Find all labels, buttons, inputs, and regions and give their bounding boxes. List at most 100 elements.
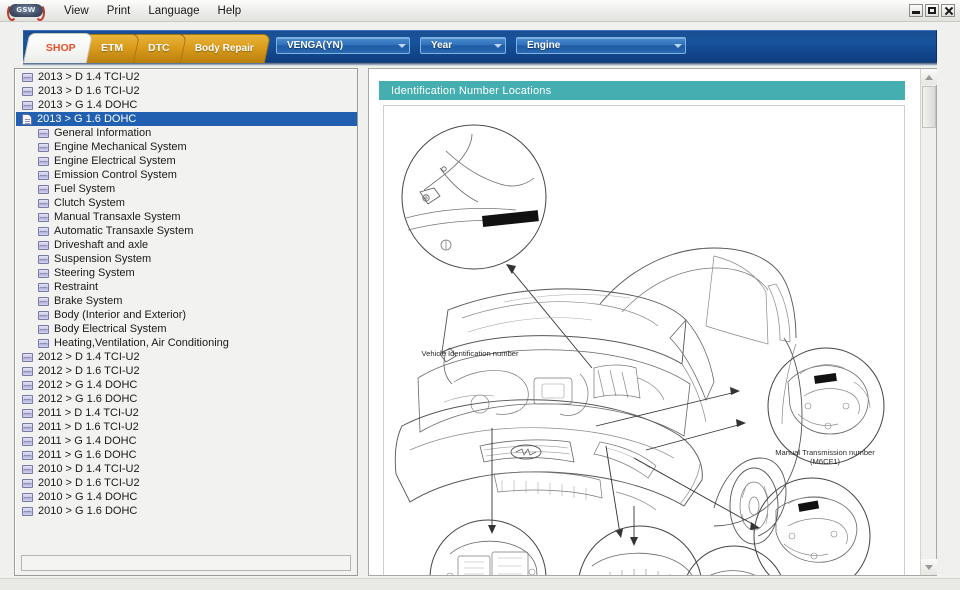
scroll-up-icon[interactable] <box>921 69 937 85</box>
tree-item-label: Manual Transaxle System <box>54 211 181 223</box>
tree-item-label: General Information <box>54 127 152 139</box>
folder-icon <box>22 352 33 362</box>
folder-icon <box>38 310 49 320</box>
tree-item[interactable]: 2012 > G 1.4 DOHC <box>16 378 357 392</box>
year-selector[interactable]: Year <box>420 37 506 54</box>
tree-item[interactable]: 2010 > G 1.4 DOHC <box>16 490 357 504</box>
tree-item[interactable]: 2012 > G 1.6 DOHC <box>16 392 357 406</box>
tree-item-label: Engine Mechanical System <box>54 141 187 153</box>
tree-item-label: Heating,Ventilation, Air Conditioning <box>54 337 229 349</box>
tree-item[interactable]: 2011 > G 1.4 DOHC <box>16 434 357 448</box>
folder-icon <box>38 142 49 152</box>
scrollbar-thumb[interactable] <box>922 86 936 128</box>
scroll-down-icon[interactable] <box>921 559 937 575</box>
folder-icon <box>38 254 49 264</box>
maximize-button[interactable] <box>925 4 939 17</box>
tree-item[interactable]: 2011 > G 1.6 DOHC <box>16 448 357 462</box>
minimize-button[interactable] <box>909 4 923 17</box>
engine-selector-value: Engine <box>527 40 561 51</box>
model-selector[interactable]: VENGA(YN) <box>276 37 410 54</box>
tree-item[interactable]: Engine Electrical System <box>16 154 357 168</box>
folder-icon <box>38 184 49 194</box>
folder-icon <box>22 450 33 460</box>
tree-item-label: 2011 > G 1.4 DOHC <box>38 435 137 447</box>
tree-item[interactable]: 2013 > G 1.6 DOHC <box>16 112 357 126</box>
tree-item-label: Brake System <box>54 295 123 307</box>
document-title-bar: Identification Number Locations <box>379 81 905 100</box>
status-bar <box>0 578 960 590</box>
tree-item[interactable]: Body Electrical System <box>16 322 357 336</box>
tree-item[interactable]: 2011 > D 1.6 TCI-U2 <box>16 420 357 434</box>
tab-body-repair-label: Body Repair <box>194 42 254 54</box>
tree-item-label: Engine Electrical System <box>54 155 176 167</box>
tree-item-label: 2011 > D 1.6 TCI-U2 <box>38 421 139 433</box>
app-logo-icon: GSW <box>7 4 45 21</box>
document-icon <box>22 113 32 125</box>
folder-icon <box>22 422 33 432</box>
navigation-tree[interactable]: 2013 > D 1.4 TCI-U2 2013 > D 1.6 TCI-U2 20… <box>16 70 357 575</box>
tab-body-repair[interactable]: Body Repair <box>171 34 271 63</box>
tree-item[interactable]: 2013 > G 1.4 DOHC <box>16 98 357 112</box>
tree-item[interactable]: Brake System <box>16 294 357 308</box>
folder-icon <box>22 478 33 488</box>
folder-icon <box>38 170 49 180</box>
menu-item-print[interactable]: Print <box>98 3 140 19</box>
tab-shop-label: SHOP <box>45 41 76 54</box>
chevron-down-icon[interactable] <box>395 38 409 53</box>
tree-item[interactable]: 2012 > D 1.4 TCI-U2 <box>16 350 357 364</box>
tree-item[interactable]: Engine Mechanical System <box>16 140 357 154</box>
tree-item-label: Fuel System <box>54 183 116 195</box>
tree-item-label: Suspension System <box>54 253 152 265</box>
tab-shop[interactable]: SHOP <box>22 33 93 63</box>
tree-item[interactable]: Emission Control System <box>16 168 357 182</box>
tree-item[interactable]: Restraint <box>16 280 357 294</box>
tree-item[interactable]: Driveshaft and axle <box>16 238 357 252</box>
chevron-down-icon[interactable] <box>671 38 685 53</box>
tree-item-label: Emission Control System <box>54 169 177 181</box>
tree-item-label: 2012 > G 1.4 DOHC <box>38 379 138 391</box>
tree-item[interactable]: 2010 > D 1.6 TCI-U2 <box>16 476 357 490</box>
folder-icon <box>22 86 33 96</box>
tree-item[interactable]: Steering System <box>16 266 357 280</box>
tree-item[interactable]: Body (Interior and Exterior) <box>16 308 357 322</box>
close-button[interactable] <box>941 4 955 17</box>
tree-item[interactable]: Suspension System <box>16 252 357 266</box>
folder-icon <box>22 394 33 404</box>
model-selector-value: VENGA(YN) <box>287 40 344 51</box>
folder-icon <box>38 198 49 208</box>
menu-item-help[interactable]: Help <box>209 3 251 19</box>
tree-item[interactable]: 2010 > G 1.6 DOHC <box>16 504 357 518</box>
tree-item-label: Automatic Transaxle System <box>54 225 194 237</box>
tree-item[interactable]: Fuel System <box>16 182 357 196</box>
tree-item-label: 2010 > G 1.4 DOHC <box>38 491 138 503</box>
tree-item[interactable]: Automatic Transaxle System <box>16 224 357 238</box>
menu-item-language[interactable]: Language <box>139 3 208 19</box>
document-vertical-scrollbar[interactable] <box>920 69 937 575</box>
tree-item-label: Restraint <box>54 281 99 293</box>
tree-item[interactable]: Clutch System <box>16 196 357 210</box>
tab-bar: SHOP ETM DTC Body Repair <box>22 33 271 63</box>
document-panel: Identification Number Locations Vehicle … <box>368 68 937 576</box>
tree-item-label: 2013 > D 1.6 TCI-U2 <box>38 85 140 97</box>
menu-item-view[interactable]: View <box>55 3 98 19</box>
tree-item-label: 2010 > D 1.4 TCI-U2 <box>38 463 140 475</box>
engine-selector[interactable]: Engine <box>516 37 686 54</box>
tree-item[interactable]: 2011 > D 1.4 TCI-U2 <box>16 406 357 420</box>
tree-item[interactable]: Manual Transaxle System <box>16 210 357 224</box>
diagram-label-manual-transmission-m6cf1: Manual Transmission number (M6CF1) <box>775 448 875 467</box>
year-selector-value: Year <box>431 40 453 51</box>
tree-item[interactable]: 2010 > D 1.4 TCI-U2 <box>16 462 357 476</box>
tree-item[interactable]: 2012 > D 1.6 TCI-U2 <box>16 364 357 378</box>
tree-item[interactable]: Heating,Ventilation, Air Conditioning <box>16 336 357 350</box>
tree-item-label: Body Electrical System <box>54 323 167 335</box>
navigation-tree-panel: 2013 > D 1.4 TCI-U2 2013 > D 1.6 TCI-U2 20… <box>14 68 358 576</box>
chevron-down-icon[interactable] <box>491 38 505 53</box>
folder-icon <box>38 240 49 250</box>
tree-item[interactable]: 2013 > D 1.6 TCI-U2 <box>16 84 357 98</box>
tree-item[interactable]: 2013 > D 1.4 TCI-U2 <box>16 70 357 84</box>
folder-icon <box>22 506 33 516</box>
tree-item-label: Body (Interior and Exterior) <box>54 309 187 321</box>
folder-icon <box>22 366 33 376</box>
tree-item[interactable]: General Information <box>16 126 357 140</box>
tree-item-label: 2012 > D 1.4 TCI-U2 <box>38 351 140 363</box>
